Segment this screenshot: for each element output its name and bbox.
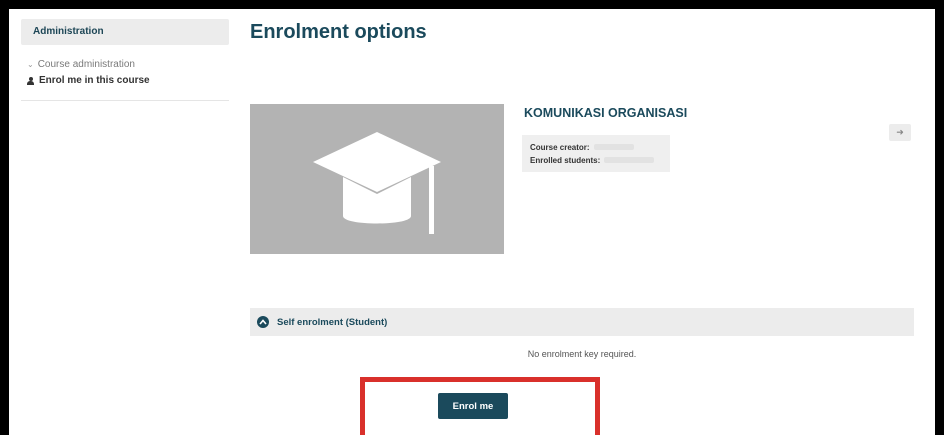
enrol-me-link-label: Enrol me in this course <box>39 75 150 86</box>
course-administration-node[interactable]: ⌄ Course administration <box>27 59 229 70</box>
sidebar: Administration ⌄ Course administration E… <box>21 19 229 101</box>
redacted-name <box>593 144 634 150</box>
enter-icon[interactable]: ➜ <box>889 124 911 141</box>
page: Administration ⌄ Course administration E… <box>9 9 935 435</box>
administration-block-title: Administration <box>21 19 229 45</box>
course-contacts: Course creator: Enrolled students: <box>522 135 670 172</box>
course-name[interactable]: KOMUNIKASI ORGANISASI <box>524 106 687 120</box>
graduation-cap-icon <box>313 132 441 234</box>
course-image <box>250 104 504 254</box>
enrolled-students-row: Enrolled students: <box>530 156 655 165</box>
enrolled-students-label: Enrolled students: <box>530 156 601 165</box>
chevron-up-icon <box>257 316 269 328</box>
redacted-count <box>604 157 655 163</box>
self-enrolment-header[interactable]: Self enrolment (Student) <box>250 308 914 336</box>
sidebar-divider <box>21 100 229 101</box>
admin-tree: ⌄ Course administration Enrol me in this… <box>21 45 229 86</box>
user-icon <box>27 76 34 85</box>
course-creator-row: Course creator: <box>530 143 634 152</box>
enrol-me-link[interactable]: Enrol me in this course <box>27 75 229 86</box>
self-enrolment-title: Self enrolment (Student) <box>277 316 388 328</box>
highlight-box <box>360 377 600 435</box>
chevron-down-icon: ⌄ <box>27 60 34 69</box>
course-creator-label: Course creator: <box>530 143 590 152</box>
no-enrolment-key-text: No enrolment key required. <box>527 349 637 359</box>
page-title: Enrolment options <box>250 21 427 43</box>
course-administration-label: Course administration <box>37 59 135 70</box>
